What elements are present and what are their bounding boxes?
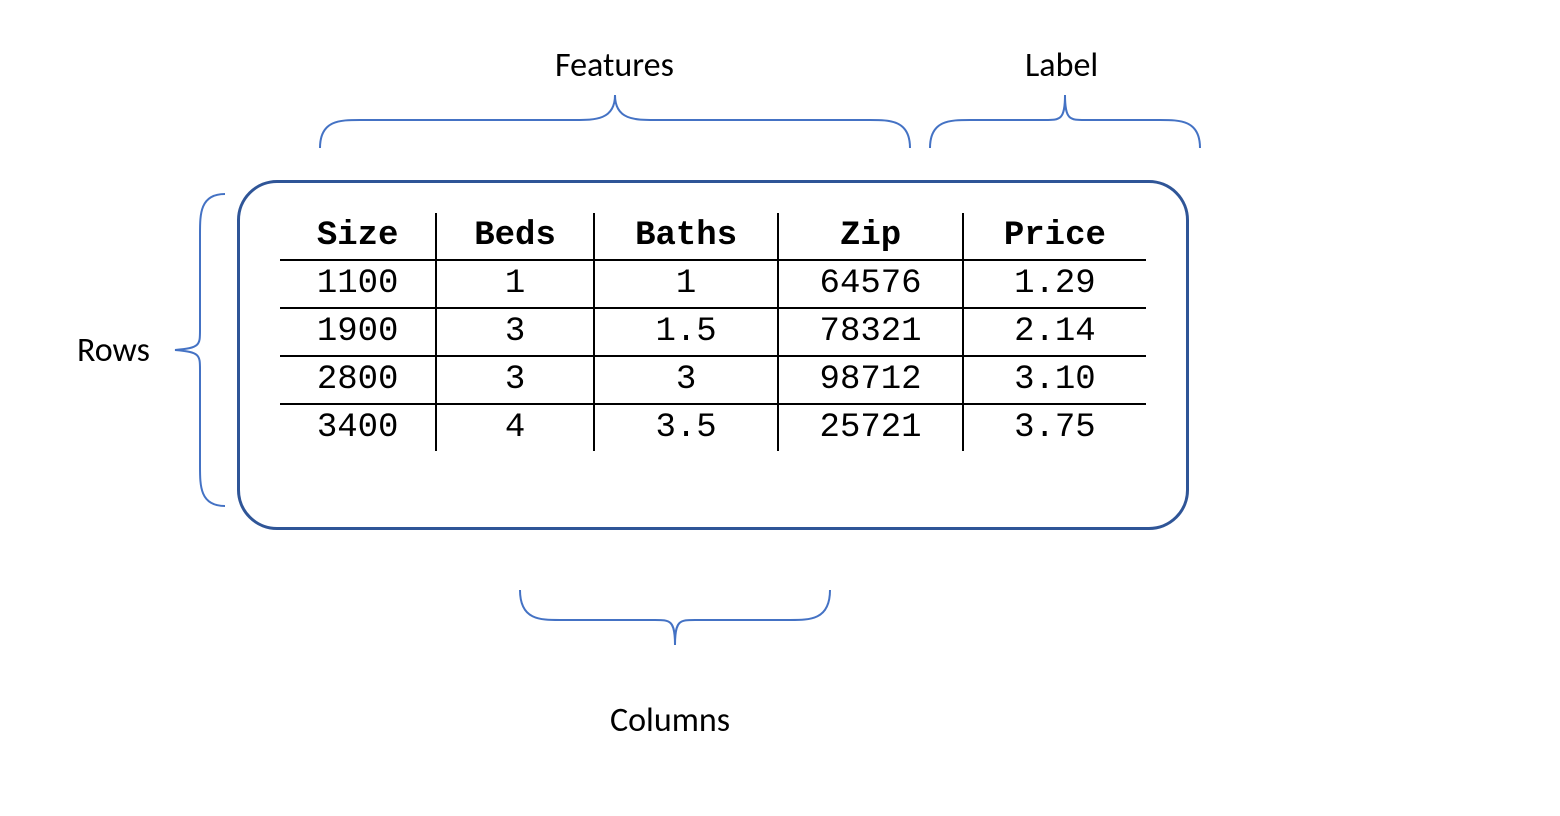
- cell: 3.5: [594, 404, 778, 451]
- table-header-row: Size Beds Baths Zip Price: [280, 213, 1146, 260]
- cell: 3: [436, 308, 594, 356]
- rows-brace-icon: [175, 194, 225, 506]
- columns-brace-icon: [520, 590, 830, 645]
- cell: 3400: [280, 404, 436, 451]
- table-row: 2800 3 3 98712 3.10: [280, 356, 1146, 404]
- col-header-size: Size: [280, 213, 436, 260]
- table-row: 1900 3 1.5 78321 2.14: [280, 308, 1146, 356]
- col-header-zip: Zip: [778, 213, 962, 260]
- cell: 3.75: [963, 404, 1146, 451]
- cell: 2800: [280, 356, 436, 404]
- data-table-box: Size Beds Baths Zip Price 1100 1 1 64576…: [237, 180, 1189, 530]
- label-annotation: Label: [1025, 45, 1098, 86]
- cell: 64576: [778, 260, 962, 308]
- cell: 3: [594, 356, 778, 404]
- table-row: 1100 1 1 64576 1.29: [280, 260, 1146, 308]
- cell: 98712: [778, 356, 962, 404]
- cell: 1.29: [963, 260, 1146, 308]
- col-header-baths: Baths: [594, 213, 778, 260]
- cell: 4: [436, 404, 594, 451]
- col-header-price: Price: [963, 213, 1146, 260]
- cell: 78321: [778, 308, 962, 356]
- cell: 1: [436, 260, 594, 308]
- cell: 3: [436, 356, 594, 404]
- cell: 1100: [280, 260, 436, 308]
- data-table: Size Beds Baths Zip Price 1100 1 1 64576…: [280, 213, 1146, 451]
- col-header-beds: Beds: [436, 213, 594, 260]
- features-annotation: Features: [555, 45, 674, 86]
- cell: 25721: [778, 404, 962, 451]
- cell: 1: [594, 260, 778, 308]
- cell: 3.10: [963, 356, 1146, 404]
- rows-annotation: Rows: [77, 330, 150, 371]
- label-brace-icon: [930, 95, 1200, 148]
- cell: 2.14: [963, 308, 1146, 356]
- cell: 1900: [280, 308, 436, 356]
- columns-annotation: Columns: [610, 700, 730, 741]
- table-row: 3400 4 3.5 25721 3.75: [280, 404, 1146, 451]
- features-brace-icon: [320, 95, 910, 148]
- cell: 1.5: [594, 308, 778, 356]
